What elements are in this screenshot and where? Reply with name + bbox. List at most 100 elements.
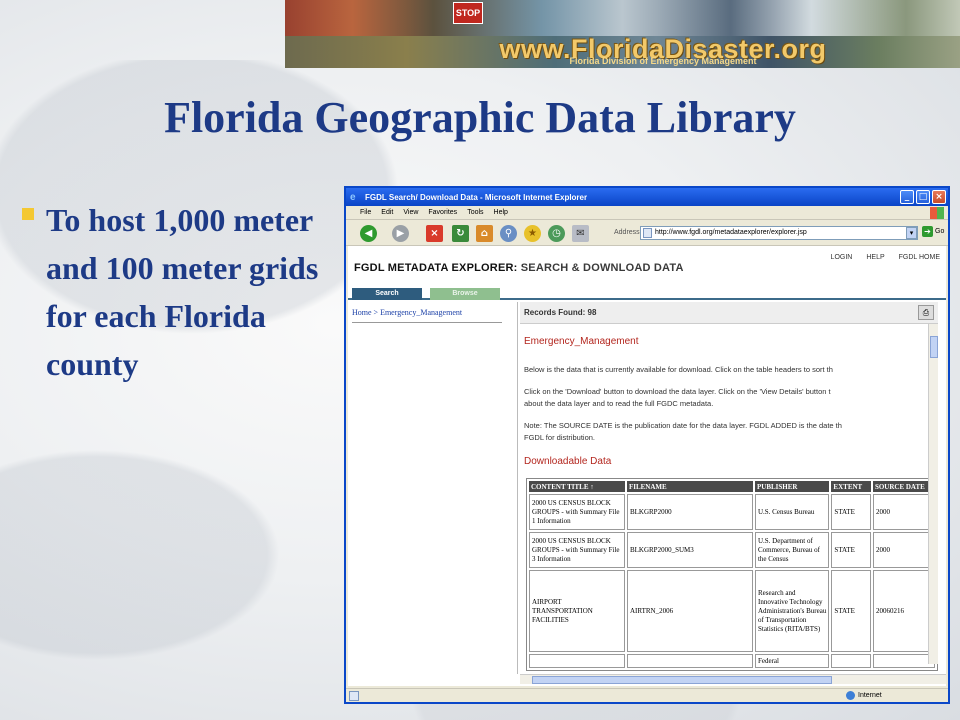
fgdl-header: FGDL METADATA EXPLORER: SEARCH & DOWNLOA… [348, 246, 946, 286]
tab-search[interactable]: Search [352, 288, 422, 300]
fgdl-title-rest: SEARCH & DOWNLOAD DATA [517, 262, 684, 274]
fgdl-home-link[interactable]: FGDL HOME [899, 254, 940, 261]
cell-source-date [872, 654, 935, 668]
zone-label: Internet [858, 692, 882, 699]
vertical-scroll-thumb[interactable] [930, 336, 938, 358]
menu-edit[interactable]: Edit [381, 209, 393, 216]
records-found: Records Found: 98 [524, 308, 597, 317]
address-field[interactable]: http://www.fgdl.org/metadataexplorer/exp… [640, 226, 918, 240]
description-line-2: Click on the 'Download' button to downlo… [524, 387, 831, 396]
favorites-star-icon[interactable]: ★ [524, 225, 541, 242]
breadcrumb-divider [352, 322, 502, 323]
cell-extent: STATE [831, 494, 871, 530]
browser-toolbar: ◀ ▶ × ↻ ⌂ ⚲ ★ ◷ ✉ Address http://www.fgd… [346, 220, 948, 246]
globe-icon [846, 691, 855, 700]
results-pane: Records Found: 98 ⎙ Emergency_Management… [520, 302, 938, 674]
header-banner: STOP www.FloridaDisaster.org Florida Div… [285, 0, 960, 68]
description-line-1: Below is the data that is currently avai… [524, 365, 833, 374]
cell-publisher: U.S. Census Bureau [754, 494, 830, 530]
back-arrow-icon[interactable]: ◀ [360, 225, 377, 242]
cell-content-title: AIRPORT TRANSPORTATION FACILITIES [529, 570, 625, 652]
bullet-square-icon [22, 208, 34, 220]
cell-source-date: 2000 [872, 494, 935, 530]
address-dropdown-icon[interactable]: ▾ [906, 227, 917, 239]
menu-file[interactable]: File [360, 209, 371, 216]
go-label: Go [935, 228, 945, 235]
table-row[interactable]: 2000 US CENSUS BLOCK GROUPS - with Summa… [529, 494, 935, 530]
section-title: Emergency_Management [524, 336, 639, 347]
banner-photo-strip [285, 0, 960, 36]
horizontal-scroll-thumb[interactable] [532, 676, 832, 684]
menu-view[interactable]: View [403, 209, 418, 216]
column-header-source-date[interactable]: SOURCE DATE [872, 481, 935, 492]
windows-flag-icon [930, 207, 944, 219]
home-icon[interactable]: ⌂ [476, 225, 493, 242]
menu-tools[interactable]: Tools [467, 209, 483, 216]
go-button[interactable]: ➔ Go [922, 226, 944, 237]
cell-extent: STATE [831, 570, 871, 652]
forward-arrow-icon[interactable]: ▶ [392, 225, 409, 242]
records-bar: Records Found: 98 ⎙ [520, 302, 938, 324]
column-header-publisher[interactable]: PUBLISHER [754, 481, 830, 492]
cell-extent: STATE [831, 532, 871, 568]
fgdl-nav-links: LOGIN HELP FGDL HOME [831, 254, 940, 261]
table-row[interactable]: 2000 US CENSUS BLOCK GROUPS - with Summa… [529, 532, 935, 568]
history-icon[interactable]: ◷ [548, 225, 565, 242]
minimize-button[interactable]: _ [900, 190, 914, 204]
security-zone: Internet [846, 691, 882, 700]
ie-logo-icon: e [350, 191, 356, 203]
page-status-icon [349, 691, 359, 701]
close-button[interactable]: × [932, 190, 946, 204]
table-header-row: CONTENT TITLE ↑ FILENAME PUBLISHER EXTEN… [529, 481, 935, 492]
fgdl-title-bold: FGDL METADATA EXPLORER: [354, 262, 518, 274]
stop-sign-image: STOP [453, 2, 483, 24]
table-row[interactable]: Federal [529, 654, 935, 668]
menu-bar: File Edit View Favorites Tools Help [346, 206, 948, 220]
slide-title: Florida Geographic Data Library [164, 93, 796, 142]
cell-content-title: 2000 US CENSUS BLOCK GROUPS - with Summa… [529, 532, 625, 568]
horizontal-scrollbar[interactable] [520, 674, 946, 684]
browser-titlebar: e FGDL Search/ Download Data - Microsoft… [346, 188, 948, 206]
page-icon [643, 228, 652, 238]
cell-filename: BLKGRP2000_SUM3 [626, 532, 753, 568]
browser-window-title: FGDL Search/ Download Data - Microsoft I… [365, 192, 588, 202]
left-pane: Home > Emergency_Management [348, 302, 518, 674]
breadcrumb[interactable]: Home > Emergency_Management [352, 308, 462, 317]
address-url: http://www.fgdl.org/metadataexplorer/exp… [655, 229, 807, 236]
address-label: Address [614, 229, 640, 236]
login-link[interactable]: LOGIN [831, 254, 853, 261]
mail-icon[interactable]: ✉ [572, 225, 589, 242]
help-link[interactable]: HELP [866, 254, 884, 261]
search-icon[interactable]: ⚲ [500, 225, 517, 242]
data-table: CONTENT TITLE ↑ FILENAME PUBLISHER EXTEN… [526, 478, 938, 671]
cell-publisher: Federal [754, 654, 830, 668]
tab-browse[interactable]: Browse [430, 288, 500, 300]
vertical-scrollbar[interactable] [928, 324, 938, 664]
menu-help[interactable]: Help [494, 209, 508, 216]
cell-filename: BLKGRP2000 [626, 494, 753, 530]
table-row[interactable]: AIRPORT TRANSPORTATION FACILITIES AIRTRN… [529, 570, 935, 652]
fgdl-title: FGDL METADATA EXPLORER: SEARCH & DOWNLOA… [354, 262, 684, 274]
page-content: FGDL METADATA EXPLORER: SEARCH & DOWNLOA… [348, 246, 946, 686]
cell-filename: AIRTRN_2006 [626, 570, 753, 652]
status-bar: Internet [346, 688, 948, 702]
column-header-filename[interactable]: FILENAME [626, 481, 753, 492]
cell-content-title [529, 654, 625, 668]
tab-bar: Search Browse [348, 288, 946, 300]
column-header-extent[interactable]: EXTENT [831, 481, 871, 492]
bullet-text: To host 1,000 meter and 100 meter grids … [46, 202, 319, 382]
print-icon[interactable]: ⎙ [918, 305, 934, 320]
cell-publisher: Research and Innovative Technology Admin… [754, 570, 830, 652]
cell-content-title: 2000 US CENSUS BLOCK GROUPS - with Summa… [529, 494, 625, 530]
banner-subtitle: Florida Division of Emergency Management [569, 56, 757, 66]
downloadable-title: Downloadable Data [524, 456, 612, 467]
note-line-1: Note: The SOURCE DATE is the publication… [524, 421, 842, 430]
window-controls: _ □ × [900, 190, 946, 204]
refresh-icon[interactable]: ↻ [452, 225, 469, 242]
menu-favorites[interactable]: Favorites [428, 209, 457, 216]
cell-publisher: U.S. Department of Commerce, Bureau of t… [754, 532, 830, 568]
stop-icon[interactable]: × [426, 225, 443, 242]
column-header-content-title[interactable]: CONTENT TITLE ↑ [529, 481, 625, 492]
maximize-button[interactable]: □ [916, 190, 930, 204]
browser-window: e FGDL Search/ Download Data - Microsoft… [344, 186, 950, 704]
